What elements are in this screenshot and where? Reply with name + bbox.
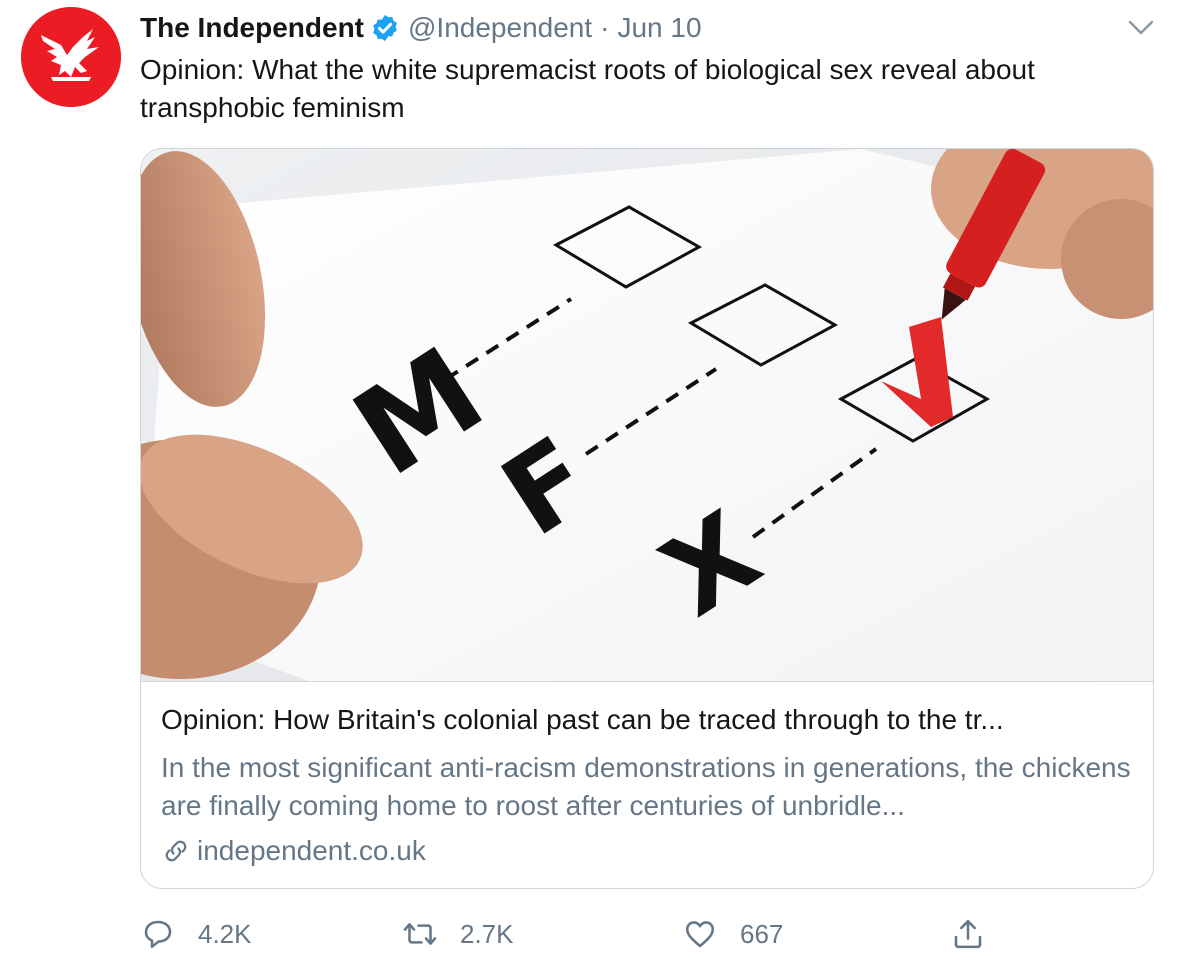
- share-button[interactable]: [950, 912, 1008, 956]
- tweet-actions: 4.2K 2.7K 667: [140, 912, 1140, 956]
- tweet-header: The Independent @Independent · Jun 10: [140, 10, 702, 46]
- reply-count: 4.2K: [198, 918, 252, 949]
- tweet-date[interactable]: Jun 10: [617, 12, 701, 44]
- card-image: M F X: [141, 149, 1153, 682]
- card-title[interactable]: Opinion: How Britain's colonial past can…: [161, 702, 1141, 738]
- like-button[interactable]: 667: [682, 912, 783, 956]
- retweet-icon: [402, 916, 438, 952]
- link-icon: [161, 836, 191, 866]
- reply-button[interactable]: 4.2K: [140, 912, 252, 956]
- like-count: 667: [740, 918, 784, 949]
- card-domain[interactable]: independent.co.uk: [161, 833, 426, 869]
- share-icon: [950, 916, 986, 952]
- heart-icon: [682, 916, 718, 952]
- card-description: In the most significant anti-racism demo…: [161, 752, 1131, 821]
- card-domain-text: independent.co.uk: [197, 835, 426, 866]
- retweet-count: 2.7K: [460, 918, 514, 949]
- retweet-button[interactable]: 2.7K: [402, 912, 514, 956]
- author-name[interactable]: The Independent: [140, 12, 364, 44]
- independent-eagle-logo: [21, 7, 121, 107]
- link-card[interactable]: M F X Opinion: How Britain's colonial pa…: [140, 148, 1154, 889]
- reply-icon: [140, 916, 176, 952]
- chevron-down-icon[interactable]: [1126, 16, 1156, 40]
- separator-dot: ·: [600, 12, 610, 43]
- tweet-text: Opinion: What the white supremacist root…: [140, 54, 1035, 123]
- author-avatar[interactable]: [21, 7, 121, 107]
- author-handle[interactable]: @Independent: [408, 12, 592, 44]
- verified-badge-icon: [370, 13, 400, 43]
